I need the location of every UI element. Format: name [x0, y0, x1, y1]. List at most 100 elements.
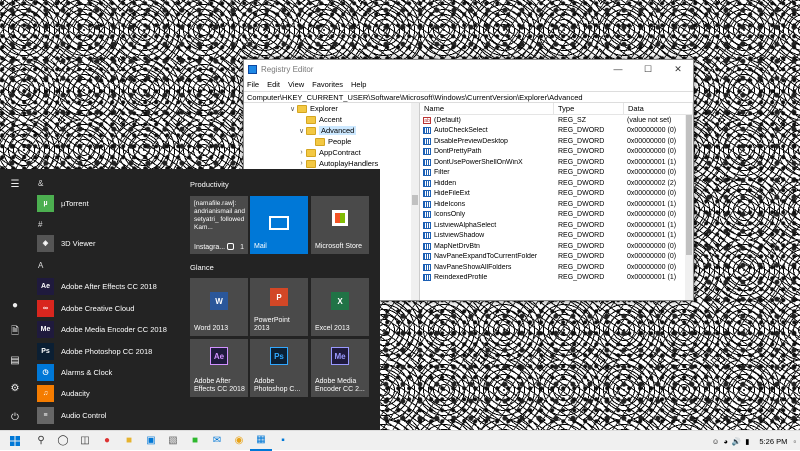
app-list-item[interactable]: ≡ Audio Control: [37, 405, 106, 425]
app-list-item[interactable]: ♫ Audacity: [37, 383, 90, 403]
documents-icon[interactable]: 🗎: [0, 321, 30, 343]
app-taskbar-icon[interactable]: ▪: [272, 431, 294, 451]
line-app-icon[interactable]: ■: [184, 431, 206, 451]
registry-value-row[interactable]: ListviewShadow REG_DWORD 0x00000001 (1): [420, 231, 693, 242]
tile-instagram[interactable]: [namafile.raw]: andrianismail and setyat…: [190, 196, 248, 254]
tile-after-effects[interactable]: Ae Adobe After Effects CC 2018: [190, 339, 248, 397]
registry-value-row[interactable]: AutoCheckSelect REG_DWORD 0x00000000 (0): [420, 126, 693, 137]
power-icon[interactable]: ⏻: [0, 406, 30, 428]
registry-value-row[interactable]: ListviewAlphaSelect REG_DWORD 0x00000001 (…: [420, 220, 693, 231]
registry-value-row[interactable]: MapNetDrvBtn REG_DWORD 0x00000000 (0): [420, 241, 693, 252]
app-list-item[interactable]: ◈ 3D Viewer: [37, 233, 95, 253]
group-title-glance[interactable]: Glance: [190, 263, 214, 272]
list-scrollbar[interactable]: [685, 115, 693, 300]
volume-icon[interactable]: 🔊: [732, 437, 741, 446]
app-list-item[interactable]: Ae Adobe After Effects CC 2018: [37, 276, 157, 296]
value-type: REG_DWORD: [558, 253, 605, 261]
tile-photoshop[interactable]: Ps Adobe Photoshop C...: [250, 339, 308, 397]
app-name: Audio Control: [61, 410, 107, 420]
pictures-icon[interactable]: ▤: [0, 349, 30, 371]
app-list-item[interactable]: Ps Adobe Photoshop CC 2018: [37, 341, 152, 361]
registry-value-row[interactable]: NavPaneShowAllFolders REG_DWORD 0x00000000…: [420, 262, 693, 273]
edge-browser-icon[interactable]: ●: [96, 431, 118, 451]
column-name[interactable]: Name: [420, 103, 554, 115]
registry-value-row[interactable]: NavPaneExpandToCurrentFolder REG_DWORD 0x0…: [420, 252, 693, 263]
app-list-item[interactable]: Me Adobe Media Encoder CC 2018: [37, 319, 167, 339]
column-data[interactable]: Data: [624, 103, 693, 115]
start-menu: ☰ ● 🗎 ▤ ⚙ ⏻ & µ µTorrent # ◈ 3D Viewer A Ae Adob…: [0, 169, 380, 430]
chevron-down-icon[interactable]: ∨: [288, 105, 297, 113]
hamburger-menu-icon[interactable]: ☰: [0, 173, 30, 195]
registry-value-row[interactable]: HideIcons REG_DWORD 0x00000001 (1): [420, 199, 693, 210]
column-type[interactable]: Type: [554, 103, 624, 115]
scroll-thumb[interactable]: [412, 195, 418, 205]
app-list-item[interactable]: ∞ Adobe Creative Cloud: [37, 298, 134, 318]
maximize-button[interactable]: ☐: [633, 60, 663, 78]
tile-media-encoder[interactable]: Me Adobe Media Encoder CC 2...: [311, 339, 369, 397]
scroll-thumb[interactable]: [686, 115, 692, 255]
address-bar[interactable]: Computer\HKEY_CURRENT_USER\Software\Micr…: [244, 91, 693, 103]
chevron-right-icon[interactable]: ›: [297, 160, 306, 167]
tree-item-explorer[interactable]: ∨ Explorer: [288, 103, 338, 114]
close-button[interactable]: ✕: [663, 60, 693, 78]
value-name: DontPrettyPath: [434, 148, 482, 156]
app-list-item[interactable]: µ µTorrent: [37, 193, 89, 213]
registry-value-row[interactable]: DontUsePowerShellOnWinX REG_DWORD 0x000000…: [420, 157, 693, 168]
minimize-button[interactable]: —: [603, 60, 633, 78]
app-list-item[interactable]: ◷ Alarms & Clock: [37, 362, 112, 382]
letter-header[interactable]: &: [38, 179, 43, 188]
tile-microsoft-store[interactable]: Microsoft Store: [311, 196, 369, 254]
people-icon[interactable]: ☺: [712, 437, 720, 446]
cortana-icon[interactable]: ◯: [52, 431, 74, 451]
registry-value-row[interactable]: HideFileExt REG_DWORD 0x00000000 (0): [420, 189, 693, 200]
tree-item-accent[interactable]: Accent: [297, 114, 342, 125]
chevron-down-icon[interactable]: ∨: [297, 127, 306, 135]
chevron-right-icon[interactable]: ›: [297, 149, 306, 156]
registry-value-row[interactable]: Hidden REG_DWORD 0x00000002 (2): [420, 178, 693, 189]
user-icon[interactable]: ●: [0, 294, 30, 316]
registry-value-row[interactable]: ab (Default) REG_SZ (value not set): [420, 115, 693, 126]
title-bar[interactable]: Registry Editor — ☐ ✕: [244, 60, 693, 78]
registry-value-row[interactable]: ReindexedProfile REG_DWORD 0x00000001 (1): [420, 273, 693, 284]
file-explorer-icon[interactable]: ■: [118, 431, 140, 451]
tree-scrollbar[interactable]: [411, 103, 419, 300]
notes-icon[interactable]: ▧: [162, 431, 184, 451]
battery-icon[interactable]: ▮: [745, 437, 749, 446]
menu-bar: File Edit View Favorites Help: [244, 78, 693, 91]
tile-word[interactable]: W Word 2013: [190, 278, 248, 336]
menu-favorites[interactable]: Favorites: [312, 80, 343, 89]
letter-header[interactable]: A: [38, 261, 43, 270]
wifi-icon[interactable]: ◕: [723, 437, 728, 446]
settings-gear-icon[interactable]: ⚙: [0, 377, 30, 399]
mail-icon[interactable]: ✉: [206, 431, 228, 451]
group-title-productivity[interactable]: Productivity: [190, 180, 229, 189]
app-list[interactable]: & µ µTorrent # ◈ 3D Viewer A Ae Adobe After Effe…: [30, 169, 180, 430]
menu-edit[interactable]: Edit: [267, 80, 280, 89]
clock[interactable]: 5:26 PM: [759, 437, 787, 446]
windows-start-icon[interactable]: [0, 431, 30, 451]
letter-header[interactable]: #: [38, 220, 42, 229]
values-list[interactable]: Name Type Data ab (Default) REG_SZ (value n…: [420, 103, 693, 300]
registry-value-row[interactable]: Filter REG_DWORD 0x00000000 (0): [420, 168, 693, 179]
menu-file[interactable]: File: [247, 80, 259, 89]
tree-item-appcontract[interactable]: › AppContract: [297, 147, 360, 158]
tile-mail[interactable]: Mail: [250, 196, 308, 254]
tree-item-people[interactable]: People: [315, 136, 351, 147]
photos-icon[interactable]: ▣: [140, 431, 162, 451]
menu-help[interactable]: Help: [351, 80, 366, 89]
menu-view[interactable]: View: [288, 80, 304, 89]
task-view-icon[interactable]: ◫: [74, 431, 96, 451]
chrome-icon[interactable]: ◉: [228, 431, 250, 451]
tree-item-autoplayhandlers[interactable]: › AutoplayHandlers: [297, 158, 378, 169]
app-name: 3D Viewer: [61, 238, 96, 248]
registry-value-row[interactable]: DontPrettyPath REG_DWORD 0x00000000 (0): [420, 147, 693, 158]
tree-item-advanced[interactable]: ∨ Advanced: [297, 125, 357, 136]
registry-value-row[interactable]: DisablePreviewDesktop REG_DWORD 0x00000000…: [420, 136, 693, 147]
notification-center-icon[interactable]: ▫: [793, 437, 796, 446]
media-encoder-icon: Me: [331, 347, 349, 365]
tile-excel[interactable]: X Excel 2013: [311, 278, 369, 336]
tile-powerpoint[interactable]: P PowerPoint 2013: [250, 278, 308, 336]
registry-value-row[interactable]: IconsOnly REG_DWORD 0x00000000 (0): [420, 210, 693, 221]
search-icon[interactable]: ⚲: [30, 431, 52, 451]
registry-editor-taskbar-icon[interactable]: ▦: [250, 431, 272, 451]
